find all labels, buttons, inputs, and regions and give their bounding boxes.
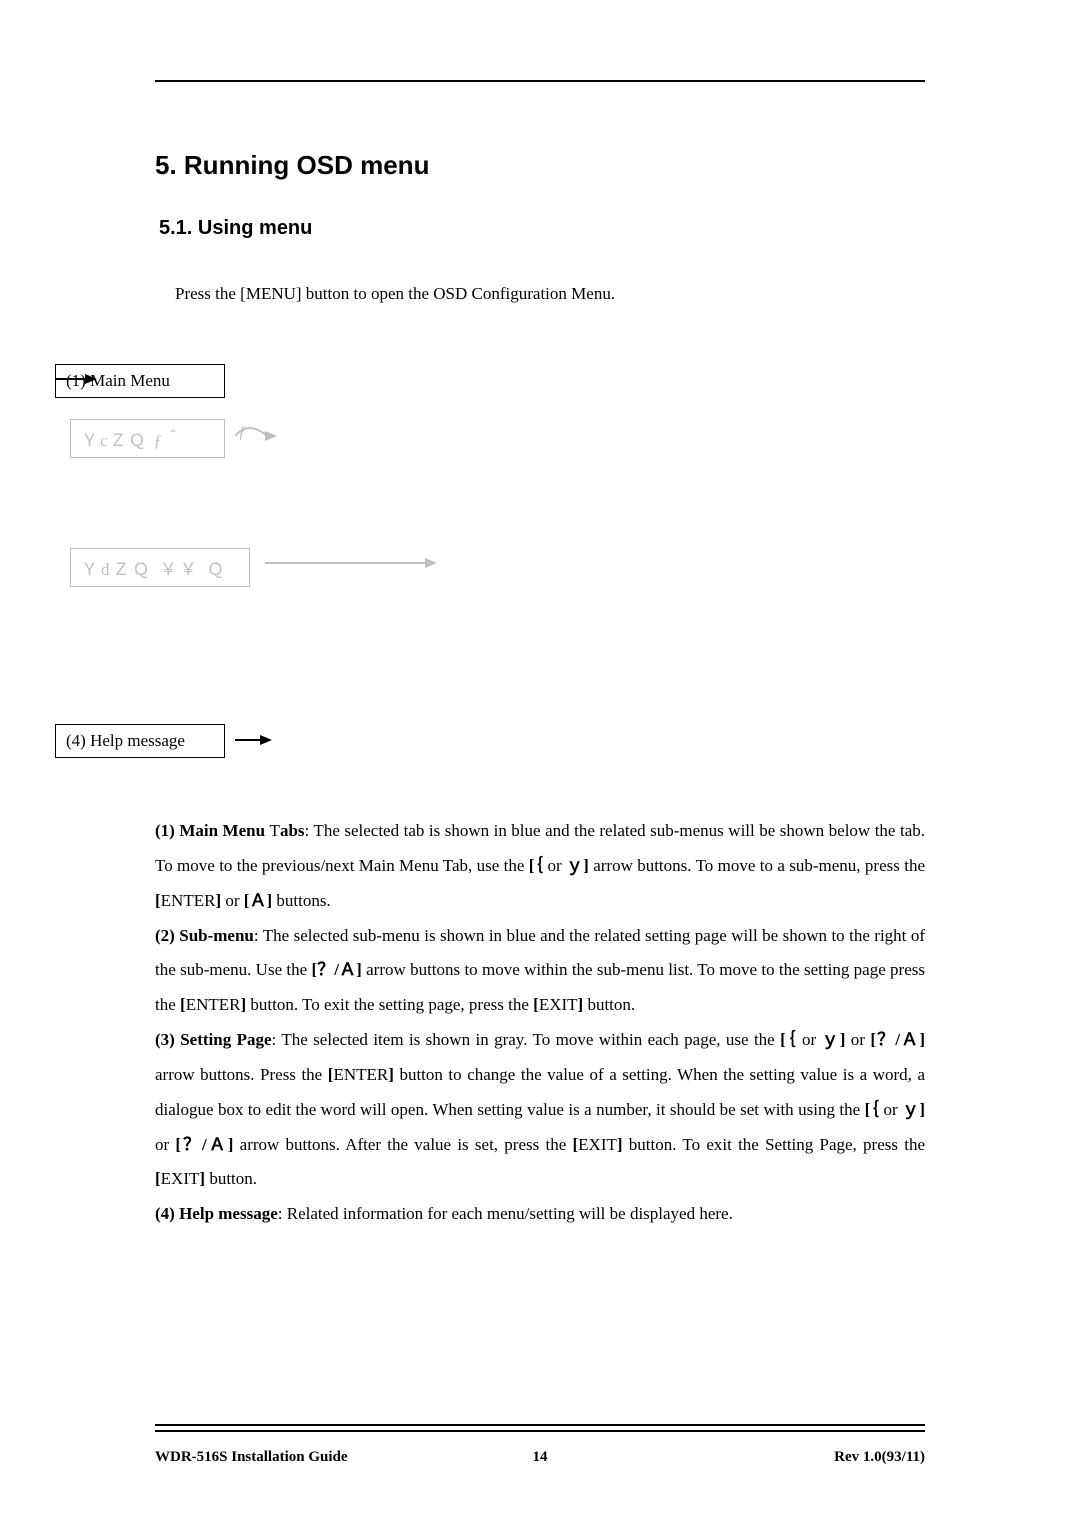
body-paragraphs: (1) Main Menu Tabs: The selected tab is … [155, 814, 925, 1232]
paragraph: (3) Setting Page: The selected item is s… [155, 1023, 925, 1197]
intro-text: Press the [MENU] button to open the OSD … [175, 284, 925, 304]
heading-1: 5. Running OSD menu [155, 150, 925, 181]
arrow-icon [235, 739, 270, 741]
diagram-box-2: ＹcＺＱ ƒ＾ [70, 419, 225, 458]
bottom-rule-1 [155, 1424, 925, 1426]
arrow-icon [55, 378, 95, 380]
paragraph: (4) Help message: Related information fo… [155, 1197, 925, 1232]
bottom-rule-2 [155, 1430, 925, 1432]
menu-diagram: (1) Main Menu ＹcＺＱ ƒ＾ ƒ ＹdＺＱ ￥￥ Ｑ (4) He… [55, 364, 925, 784]
footer-page-number: 14 [533, 1449, 548, 1466]
footer-left: WDR-516S Installation Guide [155, 1449, 348, 1466]
top-horizontal-rule [155, 80, 925, 82]
footer-right: Rev 1.0(93/11) [834, 1449, 925, 1466]
diagram-box-help: (4) Help message [55, 724, 225, 758]
diagram-box-3: ＹdＺＱ ￥￥ Ｑ [70, 548, 250, 587]
heading-2: 5.1. Using menu [159, 217, 925, 240]
paragraph: (2) Sub-menu: The selected sub-menu is s… [155, 919, 925, 1024]
page-footer: WDR-516S Installation Guide 14 Rev 1.0(9… [155, 1449, 925, 1466]
diagram-box-main-menu: (1) Main Menu [55, 364, 225, 398]
paragraph: (1) Main Menu Tabs: The selected tab is … [155, 814, 925, 919]
diagram-curve-label: ƒ [238, 422, 247, 442]
arrow-icon [265, 562, 435, 564]
